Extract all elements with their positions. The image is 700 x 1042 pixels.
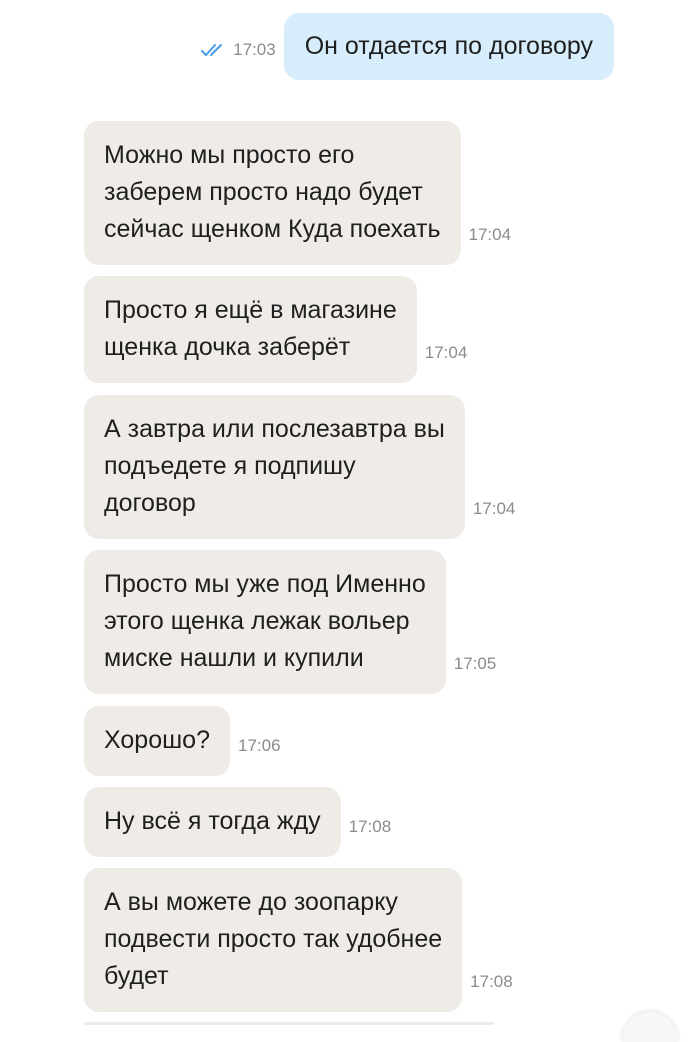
message-time: 17:08 [470, 972, 513, 991]
message-row-incoming: Хорошо? 17:06 [84, 706, 281, 776]
message-time: 17:03 [233, 40, 276, 59]
chat-message-list: 17:03 Он отдается по договору Можно мы п… [0, 0, 700, 1042]
message-bubble-outgoing[interactable]: Он отдается по договору [283, 13, 614, 80]
message-bubble-incoming[interactable]: Хорошо? [84, 706, 230, 776]
message-bubble-incoming[interactable]: Просто мы уже под Именно этого щенка леж… [84, 550, 446, 694]
message-row-outgoing: 17:03 Он отдается по договору [201, 13, 614, 80]
message-bubble-incoming[interactable]: Ну всё я тогда жду [84, 787, 341, 857]
message-time: 17:04 [468, 225, 512, 244]
message-row-incoming: Ну всё я тогда жду 17:08 [84, 787, 391, 857]
message-time: 17:06 [237, 736, 281, 755]
message-row-incoming: А завтра или послезавтра вы подъедете я … [84, 395, 515, 539]
message-time: 17:04 [424, 343, 468, 362]
message-bubble-incoming[interactable]: А завтра или послезавтра вы подъедете я … [84, 395, 465, 539]
message-time: 17:05 [453, 654, 497, 673]
message-row-incoming: Можно мы просто его заберем просто надо … [84, 121, 511, 265]
message-meta: 17:03 [201, 40, 276, 60]
message-row-incoming: Просто я ещё в магазине щенка дочка забе… [84, 276, 467, 383]
scroll-down-button[interactable] [622, 1012, 678, 1042]
message-time: 17:08 [348, 817, 392, 836]
message-bubble-incoming[interactable]: Можно мы просто его заберем просто надо … [84, 121, 461, 265]
message-row-incoming: Просто мы уже под Именно этого щенка леж… [84, 550, 496, 694]
message-bubble-incoming[interactable]: Просто я ещё в магазине щенка дочка забе… [84, 276, 417, 383]
message-bubble-incoming[interactable]: А вы можете до зоопарку подвести просто … [84, 868, 463, 1012]
message-time: 17:04 [472, 499, 516, 518]
message-row-incoming: А вы можете до зоопарку подвести просто … [84, 868, 513, 1012]
double-check-icon [201, 44, 223, 56]
